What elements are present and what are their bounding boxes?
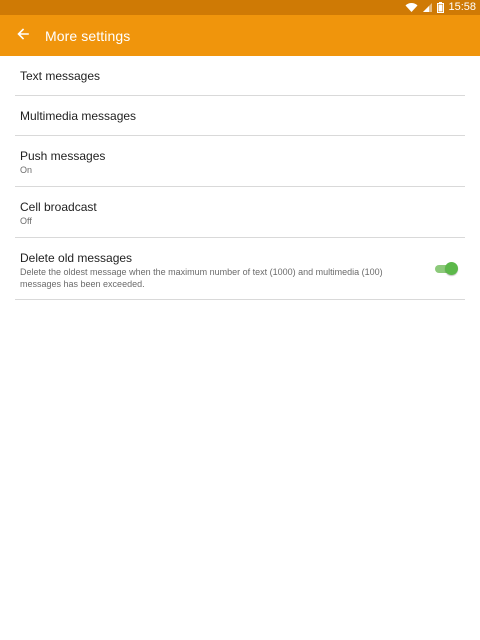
page-title: More settings — [45, 27, 131, 44]
setting-value: On — [20, 165, 33, 175]
setting-multimedia-messages[interactable]: Multimedia messages — [15, 96, 465, 136]
back-button[interactable] — [11, 24, 35, 48]
setting-text-messages[interactable]: Text messages — [15, 56, 465, 96]
delete-old-messages-toggle[interactable] — [434, 262, 458, 276]
setting-value: Off — [20, 216, 32, 226]
setting-title: Push messages — [20, 149, 106, 163]
status-icons: 15:58 — [405, 0, 476, 15]
wifi-icon — [405, 2, 418, 13]
settings-list: Text messages Multimedia messages Push m… — [15, 56, 465, 300]
setting-delete-old-messages[interactable]: Delete old messages Delete the oldest me… — [15, 238, 465, 300]
app-bar: More settings — [0, 15, 480, 56]
status-time: 15:58 — [448, 1, 476, 13]
setting-title: Multimedia messages — [20, 108, 137, 123]
setting-title: Text messages — [20, 68, 101, 83]
setting-title: Cell broadcast — [20, 200, 97, 214]
signal-icon — [422, 2, 433, 13]
battery-icon — [437, 2, 445, 13]
setting-description: Delete the oldest message when the maxim… — [20, 267, 383, 289]
setting-push-messages[interactable]: Push messages On — [15, 136, 465, 187]
toggle-thumb — [445, 262, 458, 275]
status-bar: 15:58 — [0, 0, 480, 15]
setting-title: Delete old messages — [20, 251, 133, 265]
arrow-back-icon — [17, 27, 29, 45]
setting-cell-broadcast[interactable]: Cell broadcast Off — [15, 187, 465, 238]
